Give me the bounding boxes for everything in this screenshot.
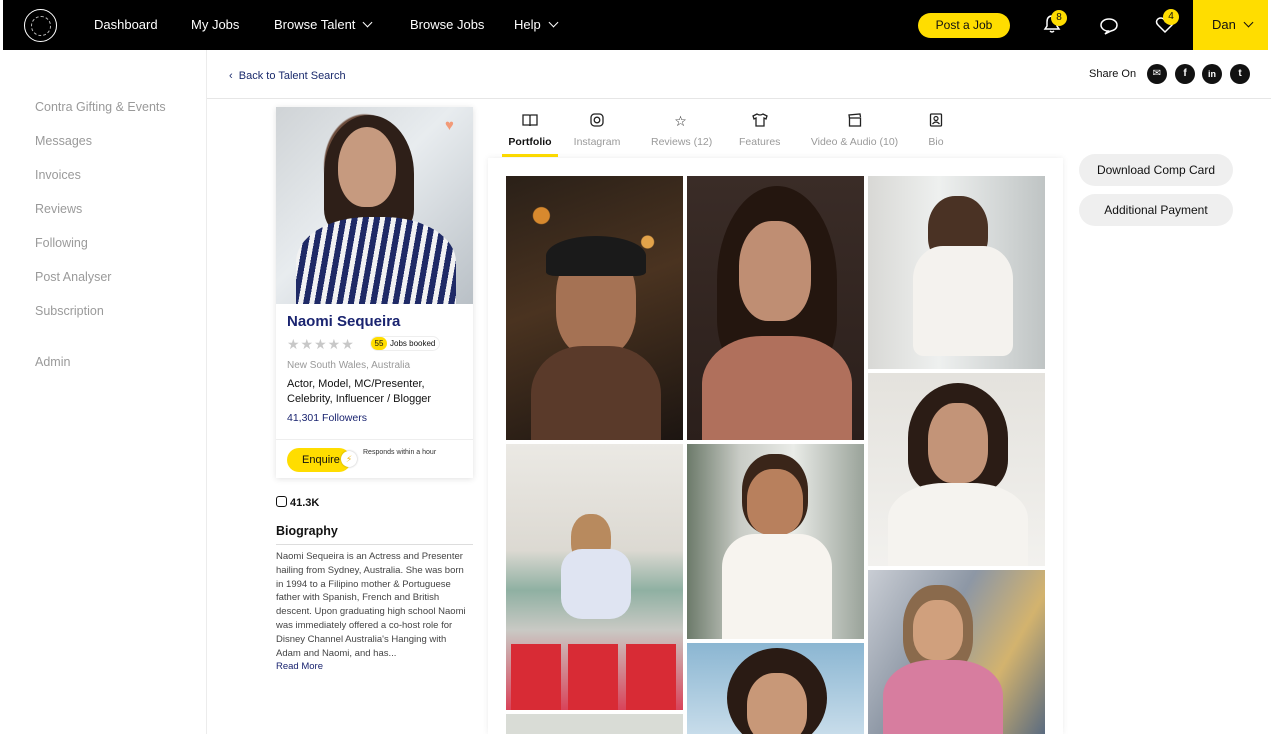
rating-stars: ★★★★★ <box>287 336 355 352</box>
nav-help-label: Help <box>514 17 541 32</box>
sidebar-item-subscription[interactable]: Subscription <box>35 304 104 318</box>
tab-portfolio[interactable]: Portfolio <box>502 113 558 148</box>
tab-instagram-label: Instagram <box>573 136 621 148</box>
clapper-icon <box>810 113 899 131</box>
biography-heading: Biography <box>276 524 338 538</box>
instagram-icon <box>573 113 621 131</box>
nav-browse-talent[interactable]: Browse Talent <box>274 17 373 32</box>
tab-reviews-label: Reviews (12) <box>651 136 713 148</box>
header-divider <box>207 98 1271 99</box>
instagram-icon <box>276 496 287 507</box>
followers-count[interactable]: 41,301 Followers <box>287 412 367 424</box>
star-icon: ☆ <box>674 113 687 129</box>
tab-reviews[interactable]: ☆ Reviews (12) <box>651 113 713 148</box>
portfolio-photo[interactable] <box>687 176 864 440</box>
top-nav: Dashboard My Jobs Browse Talent Browse J… <box>3 0 1268 50</box>
favourites-badge: 4 <box>1163 9 1179 25</box>
jobs-booked-badge: 55 Jobs booked <box>370 336 441 351</box>
notification-badge: 8 <box>1051 10 1067 26</box>
portfolio-photo[interactable] <box>506 176 683 440</box>
tab-features[interactable]: Features <box>739 113 780 148</box>
sidebar-item-post-analyser[interactable]: Post Analyser <box>35 270 111 284</box>
twitter-share-icon[interactable]: t <box>1230 64 1250 84</box>
talent-name: Naomi Sequeira <box>287 313 401 330</box>
back-to-search-link[interactable]: ‹ Back to Talent Search <box>229 70 346 82</box>
tab-features-label: Features <box>739 136 781 148</box>
portfolio-photo[interactable] <box>687 444 864 639</box>
lightning-icon: ⚡ <box>341 451 357 467</box>
shirt-icon <box>739 113 780 131</box>
talent-location: New South Wales, Australia <box>287 360 411 371</box>
portfolio-photo[interactable] <box>506 714 683 734</box>
portfolio-photo[interactable] <box>506 444 683 710</box>
sidebar-item-reviews[interactable]: Reviews <box>35 202 82 216</box>
chat-icon[interactable] <box>1099 17 1119 40</box>
nav-my-jobs[interactable]: My Jobs <box>191 17 239 32</box>
sidebar: Contra Gifting & Events Messages Invoice… <box>0 50 207 734</box>
tab-portfolio-label: Portfolio <box>508 136 552 148</box>
response-time: Responds within a hour <box>363 449 437 456</box>
book-icon <box>502 113 558 131</box>
nav-browse-talent-label: Browse Talent <box>274 17 356 32</box>
back-link-label: Back to Talent Search <box>238 70 346 82</box>
biography-divider <box>276 544 473 545</box>
nav-dashboard[interactable]: Dashboard <box>94 17 158 32</box>
additional-payment-button[interactable]: Additional Payment <box>1079 194 1233 226</box>
instagram-followers[interactable]: 41.3K <box>276 495 319 509</box>
sidebar-item-admin[interactable]: Admin <box>35 355 70 369</box>
tab-bio[interactable]: Bio <box>928 113 944 148</box>
tab-bio-label: Bio <box>928 136 944 148</box>
portfolio-photo[interactable] <box>868 570 1045 734</box>
tab-instagram[interactable]: Instagram <box>573 113 621 148</box>
id-card-icon <box>928 113 944 131</box>
profile-photo <box>276 107 473 304</box>
portfolio-photo[interactable] <box>868 373 1045 566</box>
sidebar-item-contra-gifting[interactable]: Contra Gifting & Events <box>35 100 166 114</box>
post-job-button[interactable]: Post a Job <box>918 13 1010 38</box>
linkedin-share-icon[interactable]: in <box>1202 64 1222 84</box>
email-share-icon[interactable]: ✉ <box>1147 64 1167 84</box>
jobs-booked-count: 55 <box>371 337 387 350</box>
chevron-down-icon <box>362 17 373 28</box>
profile-card: ♥ Naomi Sequeira ★★★★★ 55 Jobs booked New… <box>276 107 473 478</box>
favourite-heart-icon[interactable]: ♥ <box>445 117 454 134</box>
tab-video-audio-label: Video & Audio (10) <box>810 136 899 148</box>
user-name: Dan <box>1212 17 1236 32</box>
talent-roles: Actor, Model, MC/Presenter, Celebrity, I… <box>287 378 432 405</box>
chevron-left-icon: ‹ <box>229 70 239 82</box>
read-more-link[interactable]: Read More <box>276 661 323 672</box>
portfolio-photo[interactable] <box>687 643 864 734</box>
card-divider <box>276 439 473 440</box>
nav-help[interactable]: Help <box>514 17 559 32</box>
chevron-down-icon <box>548 17 559 28</box>
nav-browse-jobs[interactable]: Browse Jobs <box>410 17 484 32</box>
facebook-share-icon[interactable]: f <box>1175 64 1195 84</box>
sidebar-item-messages[interactable]: Messages <box>35 134 92 148</box>
portfolio-photo[interactable] <box>868 176 1045 369</box>
user-menu-button[interactable]: Dan <box>1193 0 1268 50</box>
download-comp-card-button[interactable]: Download Comp Card <box>1079 154 1233 186</box>
portfolio-gallery <box>488 158 1063 734</box>
biography-text: Naomi Sequeira is an Actress and Present… <box>276 551 466 659</box>
brand-logo[interactable] <box>24 9 57 42</box>
sidebar-item-invoices[interactable]: Invoices <box>35 168 81 182</box>
share-label: Share On <box>1089 68 1137 80</box>
tab-video-audio[interactable]: Video & Audio (10) <box>810 113 899 148</box>
jobs-booked-label: Jobs booked <box>390 339 436 348</box>
instagram-count: 41.3K <box>290 497 320 509</box>
sidebar-item-following[interactable]: Following <box>35 236 88 250</box>
chevron-down-icon <box>1243 17 1254 28</box>
active-tab-indicator <box>502 154 558 157</box>
